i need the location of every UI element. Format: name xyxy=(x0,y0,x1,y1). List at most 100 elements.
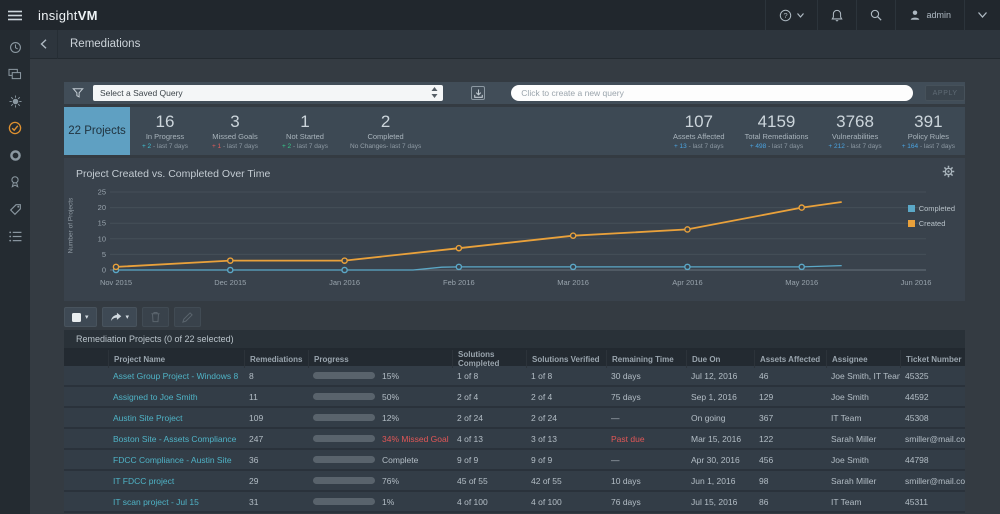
remediation-projects-table: Remediation Projects (0 of 22 selected) … xyxy=(64,330,965,513)
project-name-link[interactable]: Boston Site - Assets Compliance xyxy=(108,434,244,444)
svg-text:Mar 2016: Mar 2016 xyxy=(557,278,589,287)
saved-query-select[interactable]: Select a Saved Query xyxy=(93,85,443,101)
breadcrumb-bar: Remediations xyxy=(30,30,1000,59)
project-name-link[interactable]: Asset Group Project - Windows 8 xyxy=(108,371,244,381)
ticket-number-cell: 45308 xyxy=(900,413,965,423)
chevron-left-icon xyxy=(40,39,47,49)
share-icon xyxy=(110,312,122,322)
legend-label: Created xyxy=(919,219,946,228)
saved-query-value: Select a Saved Query xyxy=(100,88,183,98)
assets-affected-cell: 129 xyxy=(754,392,826,402)
legend-label: Completed xyxy=(919,204,955,213)
sidebar-item-goals[interactable] xyxy=(2,175,28,189)
sidebar-item-sites[interactable] xyxy=(2,67,28,81)
solutions-completed-cell: 45 of 55 xyxy=(452,476,526,486)
search-button[interactable] xyxy=(856,0,895,30)
save-query-button[interactable] xyxy=(471,86,485,100)
sidebar-item-remediations[interactable] xyxy=(2,121,28,135)
table-toolbar: ▾ ▾ xyxy=(64,307,201,327)
ticket-number-cell: smiller@mail.com xyxy=(900,434,965,444)
progress-cell: 34% Missed Goal xyxy=(308,434,452,444)
edit-button[interactable] xyxy=(174,307,201,327)
table-row: IT FDCC project 29 76% 45 of 55 42 of 55… xyxy=(64,471,965,492)
project-name-link[interactable]: IT FDCC project xyxy=(108,476,244,486)
svg-text:Nov 2015: Nov 2015 xyxy=(100,278,132,287)
column-header[interactable]: Remediations xyxy=(244,350,308,368)
stat-delta: + 498 - last 7 days xyxy=(750,143,803,150)
select-spinner-icon xyxy=(431,87,438,98)
help-menu[interactable]: ? xyxy=(765,0,817,30)
sidebar-item-threats[interactable] xyxy=(2,94,28,108)
ticket-number-cell: 44592 xyxy=(900,392,965,402)
column-header[interactable]: Assignee xyxy=(826,350,900,368)
assets-affected-cell: 46 xyxy=(754,371,826,381)
solutions-verified-cell: 9 of 9 xyxy=(526,455,606,465)
progress-track xyxy=(313,393,375,400)
projects-count-tile[interactable]: 22 Projects xyxy=(64,107,130,155)
menu-icon[interactable] xyxy=(0,0,30,30)
svg-text:10: 10 xyxy=(98,234,106,243)
remaining-time-cell: 30 days xyxy=(606,371,686,381)
column-header[interactable]: Ticket Number xyxy=(900,350,965,368)
stat-label: Policy Rules xyxy=(908,132,949,141)
summary-stat: 107 Assets Affected + 13 - last 7 days xyxy=(663,107,735,155)
user-menu[interactable]: admin xyxy=(895,0,964,30)
remaining-time-cell: 76 days xyxy=(606,497,686,507)
assignee-cell: IT Team xyxy=(826,497,900,507)
progress-label: 15% xyxy=(382,371,399,381)
solutions-verified-cell: 1 of 8 xyxy=(526,371,606,381)
user-menu-chevron[interactable] xyxy=(964,0,1000,30)
progress-track xyxy=(313,456,375,463)
stat-delta: No Changes- last 7 days xyxy=(350,143,421,150)
project-name-link[interactable]: FDCC Compliance - Austin Site xyxy=(108,455,244,465)
column-header[interactable]: Due On xyxy=(686,350,754,368)
notifications-button[interactable] xyxy=(817,0,856,30)
solutions-verified-cell: 2 of 4 xyxy=(526,392,606,402)
gear-icon[interactable] xyxy=(942,165,955,178)
row-checkbox-cell xyxy=(64,371,108,381)
sidebar-item-history[interactable] xyxy=(2,40,28,54)
project-name-link[interactable]: Assigned to Joe Smith xyxy=(108,392,244,402)
svg-text:20: 20 xyxy=(98,203,106,212)
sidebar-item-tags[interactable] xyxy=(2,202,28,216)
sidebar-item-reports[interactable] xyxy=(2,229,28,243)
column-header[interactable]: Solutions Completed xyxy=(452,350,526,368)
column-header[interactable]: Project Name xyxy=(108,350,244,368)
query-input[interactable] xyxy=(511,85,913,101)
table-title: Remediation Projects (0 of 22 selected) xyxy=(64,330,965,350)
assets-affected-cell: 367 xyxy=(754,413,826,423)
due-on-cell: Apr 30, 2016 xyxy=(686,455,754,465)
project-name-link[interactable]: IT scan project - Jul 15 xyxy=(108,497,244,507)
stat-label: Total Remediations xyxy=(745,132,809,141)
sidebar-item-scans[interactable] xyxy=(2,148,28,162)
progress-label: Complete xyxy=(382,455,418,465)
chevron-down-icon: ▾ xyxy=(85,314,89,321)
column-header[interactable]: Remaining Time xyxy=(606,350,686,368)
clock-icon xyxy=(9,41,22,54)
filter-icon xyxy=(72,87,84,99)
apply-button[interactable]: APPLY xyxy=(925,85,965,101)
back-button[interactable] xyxy=(30,30,58,59)
project-name-link[interactable]: Austin Site Project xyxy=(108,413,244,423)
svg-text:0: 0 xyxy=(102,266,106,275)
select-all-menu-button[interactable]: ▾ xyxy=(64,307,97,327)
column-header[interactable]: Assets Affected xyxy=(754,350,826,368)
progress-track xyxy=(313,477,375,484)
svg-text:Jan 2016: Jan 2016 xyxy=(329,278,360,287)
share-menu-button[interactable]: ▾ xyxy=(102,307,138,327)
svg-text:15: 15 xyxy=(98,219,106,228)
column-header[interactable]: Progress xyxy=(308,350,452,368)
progress-label: 12% xyxy=(382,413,399,423)
spacer xyxy=(431,107,663,155)
chevron-down-icon: ▾ xyxy=(126,314,130,321)
column-header[interactable]: Solutions Verified xyxy=(526,350,606,368)
assignee-cell: Joe Smith xyxy=(826,392,900,402)
chart-card: Project Created vs. Completed Over Time … xyxy=(64,158,965,301)
checkbox-icon xyxy=(72,313,81,322)
stat-label: Assets Affected xyxy=(673,132,725,141)
assignee-cell: Sarah Miller xyxy=(826,434,900,444)
insightvm-logo: insightVM xyxy=(38,8,98,23)
legend-item: Created xyxy=(908,219,955,228)
svg-text:?: ? xyxy=(784,11,788,20)
delete-button[interactable] xyxy=(142,307,169,327)
